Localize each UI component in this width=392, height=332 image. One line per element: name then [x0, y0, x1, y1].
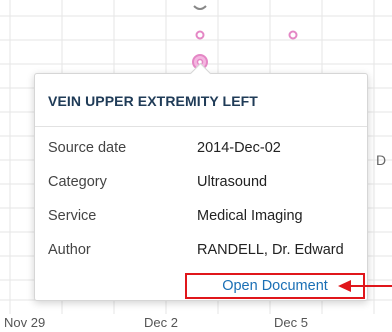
service-value: Medical Imaging: [197, 208, 303, 224]
x-tick-label: Nov 29: [4, 315, 46, 330]
popover-title: VEIN UPPER EXTREMITY LEFT: [48, 93, 258, 109]
author-label: Author: [48, 242, 91, 258]
data-marker[interactable]: [195, 30, 205, 40]
author-value: RANDELL, Dr. Edward: [197, 242, 344, 258]
x-tick-label: Dec 2: [144, 315, 178, 330]
document-popover: VEIN UPPER EXTREMITY LEFT Source date 20…: [34, 62, 368, 301]
source-date-value: 2014-Dec-02: [197, 140, 281, 156]
source-date-label: Source date: [48, 140, 127, 156]
red-arrow-icon: [338, 280, 392, 292]
service-label: Service: [48, 208, 97, 224]
data-marker[interactable]: [288, 30, 298, 40]
partial-glyph-top: [193, 5, 207, 10]
category-value: Ultrasound: [197, 174, 268, 190]
partial-edge-text: D: [376, 152, 387, 168]
popover-divider: [35, 126, 367, 127]
x-tick-label: Dec 5: [274, 315, 308, 330]
category-label: Category: [48, 174, 107, 190]
